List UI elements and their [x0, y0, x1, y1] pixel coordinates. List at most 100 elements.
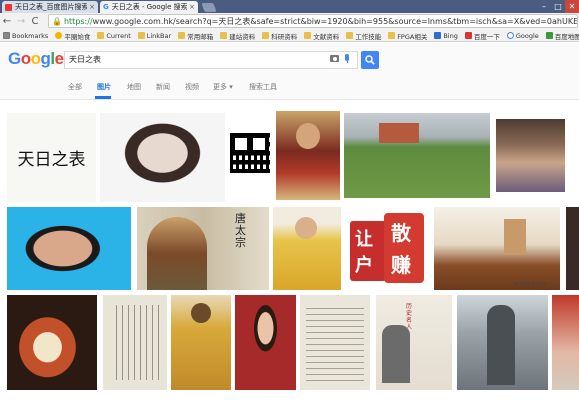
bookmark-item[interactable]: Current: [97, 32, 131, 40]
tang-title-text: 唐太宗: [235, 212, 246, 249]
figure-face: [296, 123, 320, 149]
bookmark-label: 百度地图: [554, 32, 579, 41]
microphone-icon[interactable]: [345, 54, 349, 63]
bookmark-item[interactable]: FPGA相关: [388, 31, 427, 41]
bookmark-item[interactable]: Google: [506, 32, 539, 40]
tab-more[interactable]: 更多 ▾: [213, 82, 233, 92]
bookmark-item[interactable]: LinkBar: [137, 31, 172, 40]
image-result-partial[interactable]: [566, 207, 579, 290]
watermark-text: @ 凯爱乐艺术设计: [514, 281, 548, 286]
image-result-actor-costume[interactable]: [235, 295, 296, 390]
address-bar[interactable]: 🔒 https:// www.google.com.hk/search?q=天日…: [48, 14, 578, 28]
bookmark-item[interactable]: 常用邮箱: [178, 31, 213, 41]
emperor-figure: [147, 217, 207, 290]
tab-baidu-images[interactable]: 天日之表_百度图片搜索 ×: [2, 1, 98, 13]
window-controls: – □ ✕: [537, 0, 579, 13]
bookmark-item[interactable]: 百度一下: [464, 31, 500, 41]
bookmark-label: FPGA相关: [397, 32, 428, 41]
image-result-calligraphy[interactable]: 天日之表: [7, 113, 96, 202]
search-button[interactable]: [361, 51, 379, 69]
image-result-ancient-text-page[interactable]: [103, 295, 167, 390]
seal-char: 让: [355, 229, 373, 250]
bookmark-label: Bookmarks: [12, 31, 49, 40]
search-input[interactable]: 天日之表: [64, 51, 358, 69]
camera-icon[interactable]: [330, 55, 339, 62]
bookmark-item[interactable]: Bookmarks: [3, 32, 48, 40]
tab-all[interactable]: 全部: [68, 82, 82, 92]
image-result-portrait-woman[interactable]: [100, 113, 225, 202]
seal-char: 户: [355, 255, 373, 276]
image-result-tang-taizong-portrait[interactable]: 唐太宗: [137, 207, 269, 290]
folder-icon: [346, 32, 354, 39]
bookmark-item[interactable]: Bing: [434, 32, 458, 40]
image-result-emperor-standing[interactable]: [171, 295, 231, 390]
image-result-emperor-yellow-robe[interactable]: [273, 207, 341, 290]
google-logo[interactable]: Google: [8, 49, 64, 69]
bookmark-label: 建站资料: [229, 32, 256, 41]
folder-icon: [262, 32, 270, 39]
map-icon: [545, 32, 553, 39]
url-scheme: https://: [63, 16, 93, 26]
close-icon[interactable]: ×: [189, 3, 195, 11]
statue-figure: [487, 305, 515, 385]
image-result-qr-code[interactable]: [230, 133, 270, 173]
doorway: [504, 219, 526, 255]
tab-news[interactable]: 新闻: [156, 82, 170, 92]
bookmark-label: 常用邮箱: [187, 32, 214, 41]
tab-images[interactable]: 图片: [97, 82, 111, 92]
tab-google-search[interactable]: G 天日之表 - Google 搜索 ×: [100, 1, 198, 13]
maximize-button[interactable]: □: [551, 0, 565, 13]
image-result-football-field[interactable]: [344, 113, 490, 198]
bookmark-item[interactable]: 建站资料: [220, 31, 255, 41]
image-result-two-women[interactable]: [496, 119, 565, 192]
url-text: www.google.com.hk/search?q=天日之表&safe=str…: [92, 16, 578, 26]
bookmark-label: 百度一下: [473, 32, 500, 41]
baidu-icon: [464, 32, 472, 39]
bookmark-item[interactable]: 平圈始食: [55, 31, 90, 41]
bookmark-item[interactable]: 百度地图: [545, 31, 579, 41]
image-result-emperor-painting[interactable]: [276, 111, 340, 200]
bookmark-item[interactable]: 文献资料: [304, 31, 339, 41]
bookmark-item[interactable]: 科研资料: [262, 31, 297, 41]
bookmark-label: Bing: [443, 31, 458, 40]
calligraphy-text: 天日之表: [17, 150, 86, 170]
back-button[interactable]: ←: [0, 15, 14, 29]
logo-letter: g: [40, 49, 51, 68]
image-result-red-seal[interactable]: 让 户 散 赚: [346, 207, 429, 290]
figure-hat: [191, 303, 211, 323]
folder-icon: [304, 32, 312, 39]
active-tab-underline: [95, 96, 111, 99]
star-icon: [55, 32, 63, 39]
image-result-book-page[interactable]: [300, 295, 370, 390]
google-icon: G: [103, 2, 109, 11]
reload-button[interactable]: C: [28, 15, 42, 29]
google-icon: [506, 32, 514, 39]
image-result-book-cover[interactable]: 历史名人: [376, 295, 452, 390]
text-lines: [306, 303, 364, 383]
minimize-button[interactable]: –: [537, 0, 551, 13]
logo-letter: e: [54, 49, 64, 68]
bookmark-label: 平圈始食: [64, 32, 91, 41]
image-result-jade-stone[interactable]: [7, 295, 97, 390]
image-result-statue[interactable]: [457, 295, 548, 390]
forward-button[interactable]: →: [14, 15, 28, 29]
close-window-button[interactable]: ✕: [565, 0, 579, 13]
seal-char: 散: [391, 221, 411, 245]
image-result-smiling-man[interactable]: [7, 207, 131, 290]
tab-label: 天日之表 - Google 搜索: [111, 3, 188, 11]
new-tab-button[interactable]: [201, 3, 217, 12]
tab-videos[interactable]: 视频: [185, 82, 199, 92]
folder-icon: [137, 32, 145, 39]
bookmark-item[interactable]: 工作技能: [346, 31, 381, 41]
image-result-interior-room[interactable]: @ 凯爱乐艺术设计: [434, 207, 560, 290]
lock-icon: 🔒: [52, 16, 62, 26]
close-icon[interactable]: ×: [89, 3, 95, 11]
tab-search-tools[interactable]: 搜索工具: [249, 82, 277, 92]
logo-letter: o: [30, 49, 41, 68]
image-result-partial-right[interactable]: [552, 295, 579, 390]
search-type-tabs: 全部 图片 地图 新闻 视频 更多 ▾ 搜索工具: [0, 74, 579, 100]
bookmark-label: LinkBar: [146, 31, 172, 40]
bookmark-label: 工作技能: [355, 32, 382, 41]
google-header: Google 天日之表: [0, 43, 579, 74]
tab-maps[interactable]: 地图: [127, 82, 141, 92]
